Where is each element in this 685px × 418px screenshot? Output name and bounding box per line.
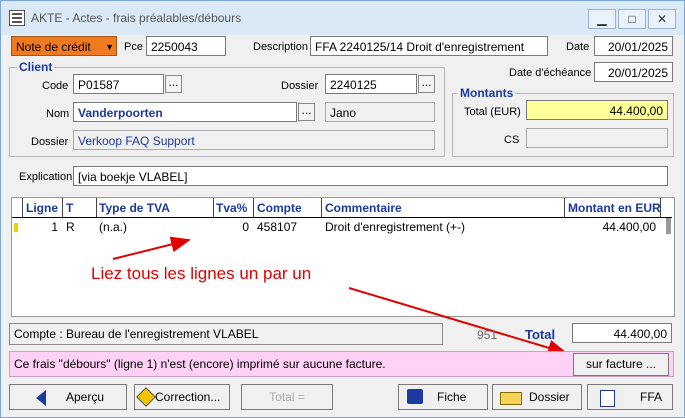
correction-button[interactable]: Correction... bbox=[134, 384, 230, 410]
document-icon bbox=[600, 390, 615, 407]
dossier-button[interactable]: Dossier bbox=[492, 384, 582, 410]
compte-info: Compte : Bureau de l'enregistrement VLAB… bbox=[9, 323, 443, 345]
arrow-left-icon bbox=[36, 390, 46, 406]
warning-icon bbox=[136, 387, 156, 407]
compte-code: 951 bbox=[477, 328, 498, 342]
ffa-button[interactable]: FFA bbox=[587, 384, 673, 410]
main-window: AKTE - Actes - frais préalables/débours … bbox=[0, 0, 685, 418]
apercu-button[interactable]: Aperçu bbox=[9, 384, 127, 410]
apercu-label: Aperçu bbox=[66, 390, 105, 404]
footer-total-label: Total bbox=[525, 327, 556, 342]
annotation-text: Liez tous les lignes un par un bbox=[91, 264, 312, 283]
fiche-button[interactable]: Fiche bbox=[398, 384, 488, 410]
dossier-button-label: Dossier bbox=[529, 390, 570, 404]
sur-facture-button[interactable]: sur facture ... bbox=[573, 353, 669, 376]
ffa-label: FFA bbox=[640, 390, 663, 404]
arrow-to-line bbox=[112, 236, 191, 260]
fiche-label: Fiche bbox=[437, 390, 467, 404]
compte-text: Compte : Bureau de l'enregistrement VLAB… bbox=[14, 327, 259, 341]
fiche-icon bbox=[407, 389, 423, 404]
total-button: Total = bbox=[241, 384, 333, 410]
correction-label: Correction... bbox=[155, 390, 221, 404]
warning-text: Ce frais "débours" (ligne 1) n'est (enco… bbox=[14, 357, 386, 371]
footer-total-field: 44.400,00 bbox=[572, 323, 672, 343]
folder-icon bbox=[500, 392, 522, 405]
